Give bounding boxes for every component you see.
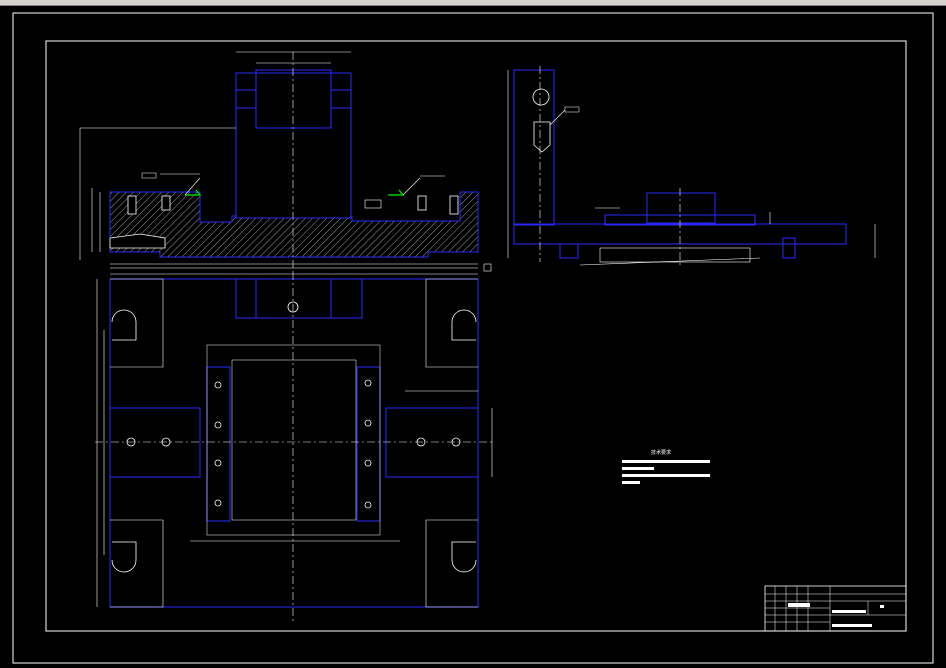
top-view (95, 272, 495, 622)
side-view (507, 66, 876, 268)
outer-border (12, 12, 934, 664)
technical-notes: 技术要求 (622, 449, 710, 484)
inner-border (45, 40, 907, 632)
front-section-view (79, 51, 492, 272)
title-block (764, 585, 907, 632)
notes-title: 技术要求 (651, 449, 671, 456)
cad-drawing-sheet: 技术要求 (12, 12, 934, 664)
